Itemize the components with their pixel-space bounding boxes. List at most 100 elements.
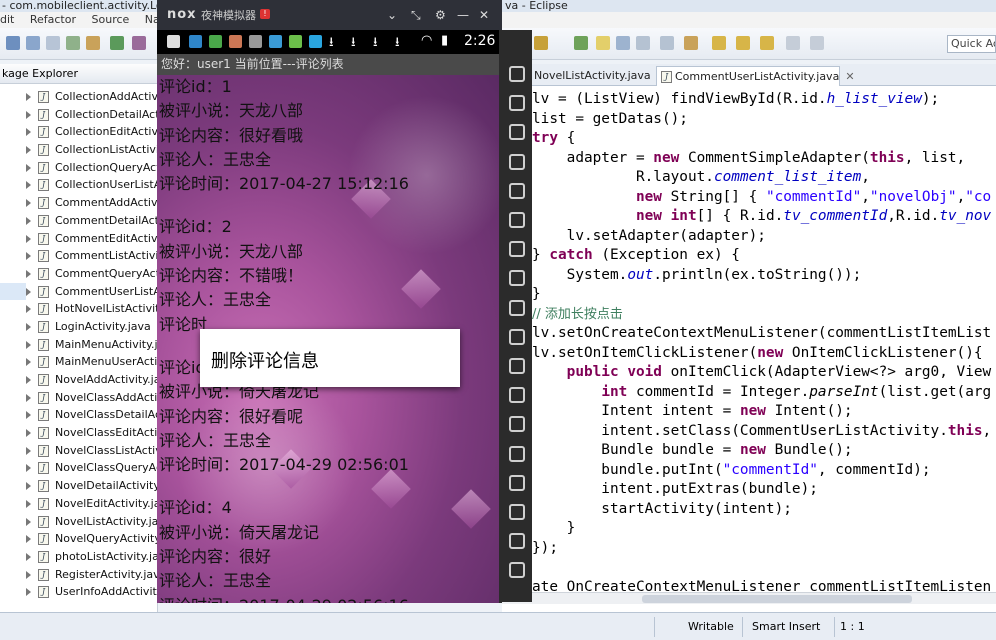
toolbar-forward2-icon[interactable]	[810, 36, 824, 50]
expand-arrow-icon[interactable]	[26, 93, 31, 101]
tab-comment-user-list[interactable]: J CommentUserListActivity.java ✕	[656, 66, 855, 86]
expand-arrow-icon[interactable]	[26, 110, 31, 119]
notification-badge[interactable]: !	[260, 9, 270, 19]
expand-arrow-icon[interactable]	[26, 588, 31, 597]
expand-arrow-icon[interactable]	[26, 535, 31, 544]
expand-arrow-icon[interactable]	[26, 234, 31, 243]
expand-arrow-icon[interactable]	[26, 216, 31, 225]
expand-arrow-icon[interactable]	[26, 499, 31, 508]
home-icon[interactable]	[509, 533, 525, 550]
screen-icon[interactable]	[509, 182, 525, 199]
package-explorer-item[interactable]: J RegisterActivity.java	[0, 566, 157, 584]
package-explorer-item[interactable]: J NovelClassEditActivi	[0, 424, 157, 442]
package-explorer-item[interactable]: J NovelAddActivity.jav	[0, 371, 157, 389]
chevron-down-icon[interactable]: ⌄	[387, 8, 397, 22]
package-explorer-item[interactable]: J MainMenuActivity.ja	[0, 336, 157, 354]
package-explorer-item[interactable]: J CollectionDetailActi	[0, 106, 157, 124]
fullscreen-icon[interactable]: ⤡	[411, 8, 421, 23]
volume-down-icon[interactable]	[509, 270, 525, 287]
package-explorer-item[interactable]: J HotNovelListActivity	[0, 300, 157, 318]
comment-list-item[interactable]: 评论id：4 被评小说：倚天屠龙记评论内容：很好评论人：王忠全评论时间：2017-…	[159, 496, 409, 603]
expand-arrow-icon[interactable]	[26, 570, 31, 579]
toolbar-search-icon[interactable]	[132, 36, 146, 50]
expand-arrow-icon[interactable]	[26, 146, 31, 155]
menu-icon[interactable]	[509, 445, 525, 462]
back-icon[interactable]	[509, 504, 525, 520]
package-explorer-item[interactable]: J CommentUserListA	[0, 282, 157, 301]
context-menu-dialog[interactable]: 删除评论信息	[200, 329, 460, 387]
close-icon[interactable]: ✕	[479, 8, 489, 22]
location-icon[interactable]	[509, 153, 525, 170]
package-explorer-item[interactable]: J MainMenuUserActiv	[0, 353, 157, 371]
multi-window-icon[interactable]	[509, 416, 525, 433]
expand-icon[interactable]	[509, 212, 525, 228]
toolbar-view3-icon[interactable]	[660, 36, 674, 50]
expand-arrow-icon[interactable]	[26, 393, 31, 402]
toolbar-link-icon[interactable]	[574, 36, 588, 50]
expand-arrow-icon[interactable]	[26, 429, 31, 438]
expand-arrow-icon[interactable]	[26, 199, 31, 208]
expand-arrow-icon[interactable]	[26, 482, 31, 491]
comment-list-item[interactable]: 评论id：2 被评小说：天龙八部 评论内容：不错哦！ 评论人：王忠全 评论时	[159, 215, 409, 336]
package-explorer-item[interactable]: J CommentListActivity	[0, 247, 157, 265]
minimize-icon[interactable]: —	[457, 8, 469, 22]
package-explorer-item[interactable]: J CollectionQueryActi	[0, 159, 157, 177]
toolbar-nav-icon[interactable]	[684, 36, 698, 50]
package-explorer-item[interactable]: J UserInfoAddActivity	[0, 583, 157, 601]
loading-icon[interactable]	[509, 328, 525, 345]
menu-edit[interactable]: dit	[0, 13, 14, 26]
toolbar-print-icon[interactable]	[46, 36, 60, 50]
toolbar-tool-icon[interactable]	[534, 36, 548, 50]
delete-comment-menu-item[interactable]: 删除评论信息	[211, 347, 319, 373]
expand-arrow-icon[interactable]	[26, 163, 31, 172]
expand-arrow-icon[interactable]	[26, 305, 31, 314]
expand-arrow-icon[interactable]	[26, 340, 31, 349]
package-explorer-item[interactable]: J CollectionListActivity	[0, 141, 157, 159]
expand-arrow-icon[interactable]	[26, 446, 31, 455]
expand-arrow-icon[interactable]	[26, 358, 31, 367]
toolbar-view-icon[interactable]	[616, 36, 630, 50]
expand-arrow-icon[interactable]	[26, 269, 31, 278]
package-explorer-item[interactable]: J CollectionEditActivi	[0, 123, 157, 141]
package-explorer-item[interactable]: J NovelClassQueryAc	[0, 459, 157, 477]
toolbar-debug-icon[interactable]	[86, 36, 100, 50]
toolbar-forward-icon[interactable]	[786, 36, 800, 50]
shake-icon[interactable]	[509, 358, 525, 374]
gear-icon[interactable]: ⚙	[435, 8, 446, 22]
menu-source[interactable]: Source	[92, 13, 130, 26]
editor-horizontal-scrollbar[interactable]	[502, 592, 996, 604]
code-editor[interactable]: NovelListActivity.java J CommentUserList…	[502, 64, 996, 612]
volume-up-icon[interactable]	[509, 241, 525, 258]
toolbar-back-icon[interactable]	[736, 36, 750, 50]
comment-list-item[interactable]: 评论id：1 被评小说：天龙八部 评论内容：很好看哦 评论人：王忠全 评论时间：2017…	[159, 75, 409, 196]
package-explorer-item[interactable]: JphotoListActivity.jav	[0, 548, 157, 566]
expand-arrow-icon[interactable]	[26, 181, 31, 190]
expand-arrow-icon[interactable]	[26, 411, 31, 420]
toolbar-view2-icon[interactable]	[636, 36, 650, 50]
package-explorer-item[interactable]: J CommentQueryActi	[0, 265, 157, 283]
package-explorer-item[interactable]: J NovelClassDetailAct	[0, 406, 157, 424]
package-explorer-item[interactable]: J NovelListActivity.jav	[0, 513, 157, 531]
toolbar-run-icon[interactable]	[66, 36, 80, 50]
package-explorer-item[interactable]: J NovelClassAddActiv	[0, 389, 157, 407]
code-text[interactable]: lv = (ListView) findViewById(R.id.h_list…	[532, 90, 991, 597]
expand-arrow-icon[interactable]	[26, 128, 31, 137]
expand-arrow-icon[interactable]	[26, 464, 31, 473]
toolbar-new-icon[interactable]	[6, 36, 20, 50]
quick-access-input[interactable]: Quick Ac	[947, 35, 996, 53]
package-explorer-item[interactable]: J CollectionUserListA	[0, 176, 157, 194]
install-icon[interactable]	[509, 299, 525, 316]
package-explorer-item[interactable]: J NovelEditActivity.jav	[0, 495, 157, 513]
recent-apps-icon[interactable]	[509, 562, 525, 579]
close-tab-icon[interactable]: ✕	[845, 70, 854, 83]
expand-arrow-icon[interactable]	[26, 552, 31, 561]
expand-arrow-icon[interactable]	[26, 376, 31, 384]
record-icon[interactable]	[509, 387, 525, 404]
package-explorer-item[interactable]: J CommentDetailActiv	[0, 212, 157, 230]
menu-refactor[interactable]: Refactor	[30, 13, 76, 26]
toolbar-back2-icon[interactable]	[760, 36, 774, 50]
package-explorer-item[interactable]: J NovelDetailActivity.j	[0, 477, 157, 495]
package-explorer-item[interactable]: J NovelQueryActivity.j	[0, 530, 157, 548]
scissors-icon[interactable]	[509, 124, 525, 141]
toolbar-prev-edit-icon[interactable]	[712, 36, 726, 50]
